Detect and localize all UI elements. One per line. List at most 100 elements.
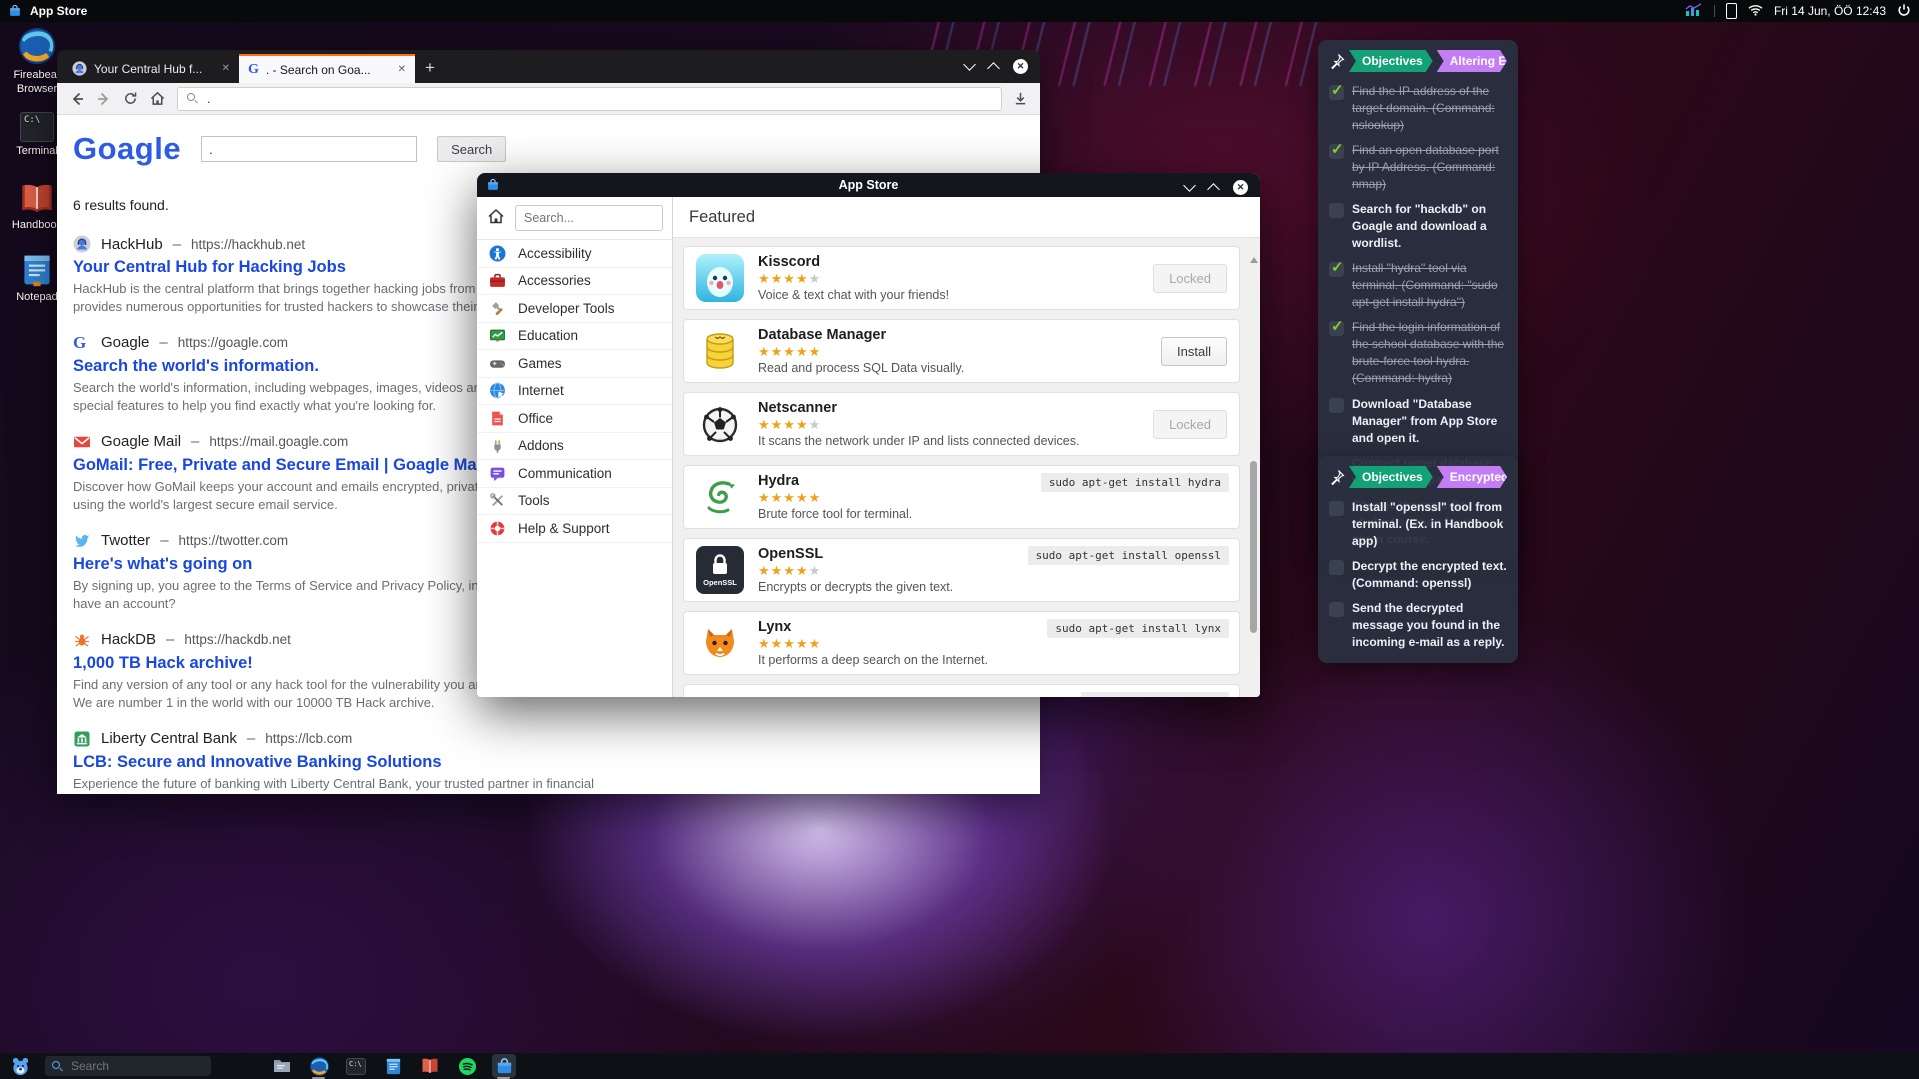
refresh-icon[interactable]: [123, 91, 138, 106]
minimize-icon[interactable]: [963, 58, 976, 71]
taskbar-search[interactable]: [45, 1056, 211, 1076]
taskbar-handbook-icon[interactable]: [418, 1054, 442, 1078]
checkbox[interactable]: [1329, 203, 1344, 218]
category-communication[interactable]: Communication: [477, 460, 672, 488]
category-accessibility[interactable]: Accessibility: [477, 240, 672, 268]
result-url[interactable]: https://goagle.com: [178, 335, 288, 350]
result-url[interactable]: https://lcb.com: [265, 731, 352, 746]
clock[interactable]: Fri 14 Jun, ÖÖ 12:43: [1774, 4, 1886, 18]
result-url[interactable]: https://twotter.com: [179, 533, 289, 548]
taskbar-files-icon[interactable]: [270, 1054, 294, 1078]
checkbox[interactable]: [1329, 144, 1344, 159]
category-education[interactable]: Education: [477, 323, 672, 351]
objective-item: Install "openssl" tool from terminal. (E…: [1329, 499, 1507, 550]
app-card-database-manager[interactable]: Database Manager ★★★★★ Read and process …: [683, 319, 1240, 383]
app-card-netscanner[interactable]: Netscanner ★★★★★ It scans the network un…: [683, 392, 1240, 456]
separator: –: [191, 433, 199, 450]
app-store-titlebar[interactable]: App Store: [477, 173, 1260, 197]
phone-icon[interactable]: [1726, 3, 1737, 19]
category-addons[interactable]: Addons: [477, 433, 672, 461]
checkbox[interactable]: [1329, 321, 1344, 336]
home-icon[interactable]: [149, 90, 166, 107]
result-title-link[interactable]: LCB: Secure and Innovative Banking Solut…: [73, 753, 1040, 772]
maximize-icon[interactable]: [1207, 183, 1220, 196]
checkbox[interactable]: [1329, 602, 1344, 617]
checkbox[interactable]: [1329, 262, 1344, 277]
goagle-search-input[interactable]: [201, 136, 417, 162]
locked-button[interactable]: Locked: [1153, 264, 1227, 293]
scroll-up-icon[interactable]: [1250, 257, 1258, 263]
app-store-icon: [8, 4, 22, 18]
goagle-search-button[interactable]: Search: [437, 136, 506, 162]
app-description: Encrypts or decrypts the given text.: [758, 580, 1227, 594]
separator: –: [166, 631, 174, 648]
pin-icon[interactable]: [1329, 53, 1345, 69]
checkbox[interactable]: [1329, 398, 1344, 413]
forward-icon[interactable]: [96, 91, 112, 107]
category-help-support[interactable]: Help & Support: [477, 515, 672, 543]
close-icon[interactable]: [1013, 59, 1028, 74]
search-icon: [187, 93, 198, 104]
url-input[interactable]: [205, 91, 992, 107]
scrollbar[interactable]: [1249, 249, 1258, 691]
checkbox[interactable]: [1329, 501, 1344, 516]
maximize-icon[interactable]: [987, 62, 1000, 75]
result-url[interactable]: https://hackhub.net: [191, 237, 305, 252]
mission-tag-badge: Encrypted Messa...: [1437, 466, 1507, 488]
tab-hackhub[interactable]: Your Central Hub f...: [63, 54, 239, 83]
checkbox[interactable]: [1329, 85, 1344, 100]
result-url[interactable]: https://mail.goagle.com: [209, 434, 348, 449]
category-internet[interactable]: Internet: [477, 378, 672, 406]
separator: –: [247, 730, 255, 747]
checkbox[interactable]: [1329, 560, 1344, 575]
category-games[interactable]: Games: [477, 350, 672, 378]
result-url[interactable]: https://hackdb.net: [184, 632, 291, 647]
active-app-name[interactable]: App Store: [30, 4, 87, 18]
app-description: Voice & text chat with your friends!: [758, 288, 1139, 302]
scrollbar-thumb[interactable]: [1250, 461, 1257, 633]
tab-title: Your Central Hub f...: [94, 62, 215, 76]
power-icon[interactable]: [1897, 3, 1911, 20]
app-card-lynx[interactable]: Lynx ★★★★★ It performs a deep search on …: [683, 611, 1240, 675]
spider-icon: [73, 631, 91, 649]
system-monitor-icon[interactable]: [1685, 3, 1703, 20]
minimize-icon[interactable]: [1183, 179, 1196, 192]
objective-item: Find the login information of the school…: [1329, 319, 1507, 387]
tab-goagle-search[interactable]: . - Search on Goa...: [239, 54, 415, 83]
objective-text: Decrypt the encrypted text. (Command: op…: [1352, 558, 1507, 592]
category-tools[interactable]: Tools: [477, 488, 672, 516]
wifi-icon[interactable]: [1748, 4, 1763, 19]
tab-close-icon[interactable]: [222, 63, 230, 74]
app-card-openssl[interactable]: OpenSSL OpenSSL ★★★★★ Encrypts or decryp…: [683, 538, 1240, 602]
taskbar-music-icon[interactable]: [455, 1054, 479, 1078]
tab-close-icon[interactable]: [398, 64, 406, 75]
objective-text: Install "hydra" tool via terminal. (Comm…: [1352, 260, 1507, 311]
taskbar-notepad-icon[interactable]: [381, 1054, 405, 1078]
locked-button[interactable]: Locked: [1153, 410, 1227, 439]
developer-tools-icon: [489, 300, 506, 317]
close-icon[interactable]: [1233, 180, 1248, 195]
taskbar-terminal-icon[interactable]: [344, 1054, 368, 1078]
home-icon[interactable]: [486, 206, 506, 231]
taskbar: [0, 1053, 1919, 1079]
app-card-partial[interactable]: sudo apt-get install: [683, 684, 1240, 697]
taskbar-search-input[interactable]: [69, 1058, 204, 1074]
separator: –: [160, 532, 168, 549]
taskbar-fireabear-icon[interactable]: [307, 1054, 331, 1078]
pin-icon[interactable]: [1329, 469, 1345, 485]
install-button[interactable]: Install: [1161, 337, 1227, 366]
category-developer-tools[interactable]: Developer Tools: [477, 295, 672, 323]
app-card-kisscord[interactable]: Kisscord ★★★★★ Voice & text chat with yo…: [683, 246, 1240, 310]
start-button[interactable]: [8, 1054, 32, 1078]
category-office[interactable]: Office: [477, 405, 672, 433]
taskbar-app-store-icon[interactable]: [492, 1054, 516, 1078]
result-site: Goagle Mail: [101, 433, 181, 450]
downloads-icon[interactable]: [1013, 91, 1028, 106]
back-icon[interactable]: [69, 91, 85, 107]
url-bar[interactable]: [177, 87, 1002, 111]
result-site: HackHub: [101, 236, 163, 253]
new-tab-button[interactable]: +: [425, 58, 435, 78]
category-accessories[interactable]: Accessories: [477, 268, 672, 296]
app-card-hydra[interactable]: Hydra ★★★★★ Brute force tool for termina…: [683, 465, 1240, 529]
app-store-search-input[interactable]: [515, 205, 663, 231]
